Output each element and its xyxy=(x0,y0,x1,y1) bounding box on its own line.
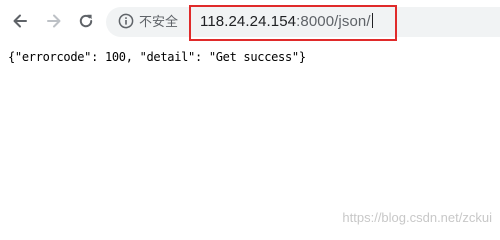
reload-button[interactable] xyxy=(76,11,96,31)
omnibox-separator xyxy=(190,15,191,29)
json-response-text: {"errorcode": 100, "detail": "Get succes… xyxy=(8,50,306,64)
text-caret xyxy=(371,13,373,28)
reload-icon xyxy=(79,14,93,28)
back-arrow-icon xyxy=(13,14,27,28)
forward-button[interactable] xyxy=(44,11,64,31)
url-host: 118.24.24.154 xyxy=(200,13,297,30)
back-button[interactable] xyxy=(10,11,30,31)
address-bar[interactable]: 不安全 118.24.24.154:8000/json/ xyxy=(106,7,500,37)
security-status-label[interactable]: 不安全 xyxy=(139,14,178,30)
url-input[interactable]: 118.24.24.154:8000/json/ xyxy=(200,13,373,31)
url-path: :8000/json/ xyxy=(296,13,371,30)
browser-window: 不安全 118.24.24.154:8000/json/ {"errorcode… xyxy=(0,0,500,240)
watermark: https://blog.csdn.net/zckui xyxy=(342,210,492,225)
forward-arrow-icon xyxy=(47,14,61,28)
browser-toolbar: 不安全 118.24.24.154:8000/json/ xyxy=(0,0,500,42)
info-icon[interactable] xyxy=(118,13,134,29)
